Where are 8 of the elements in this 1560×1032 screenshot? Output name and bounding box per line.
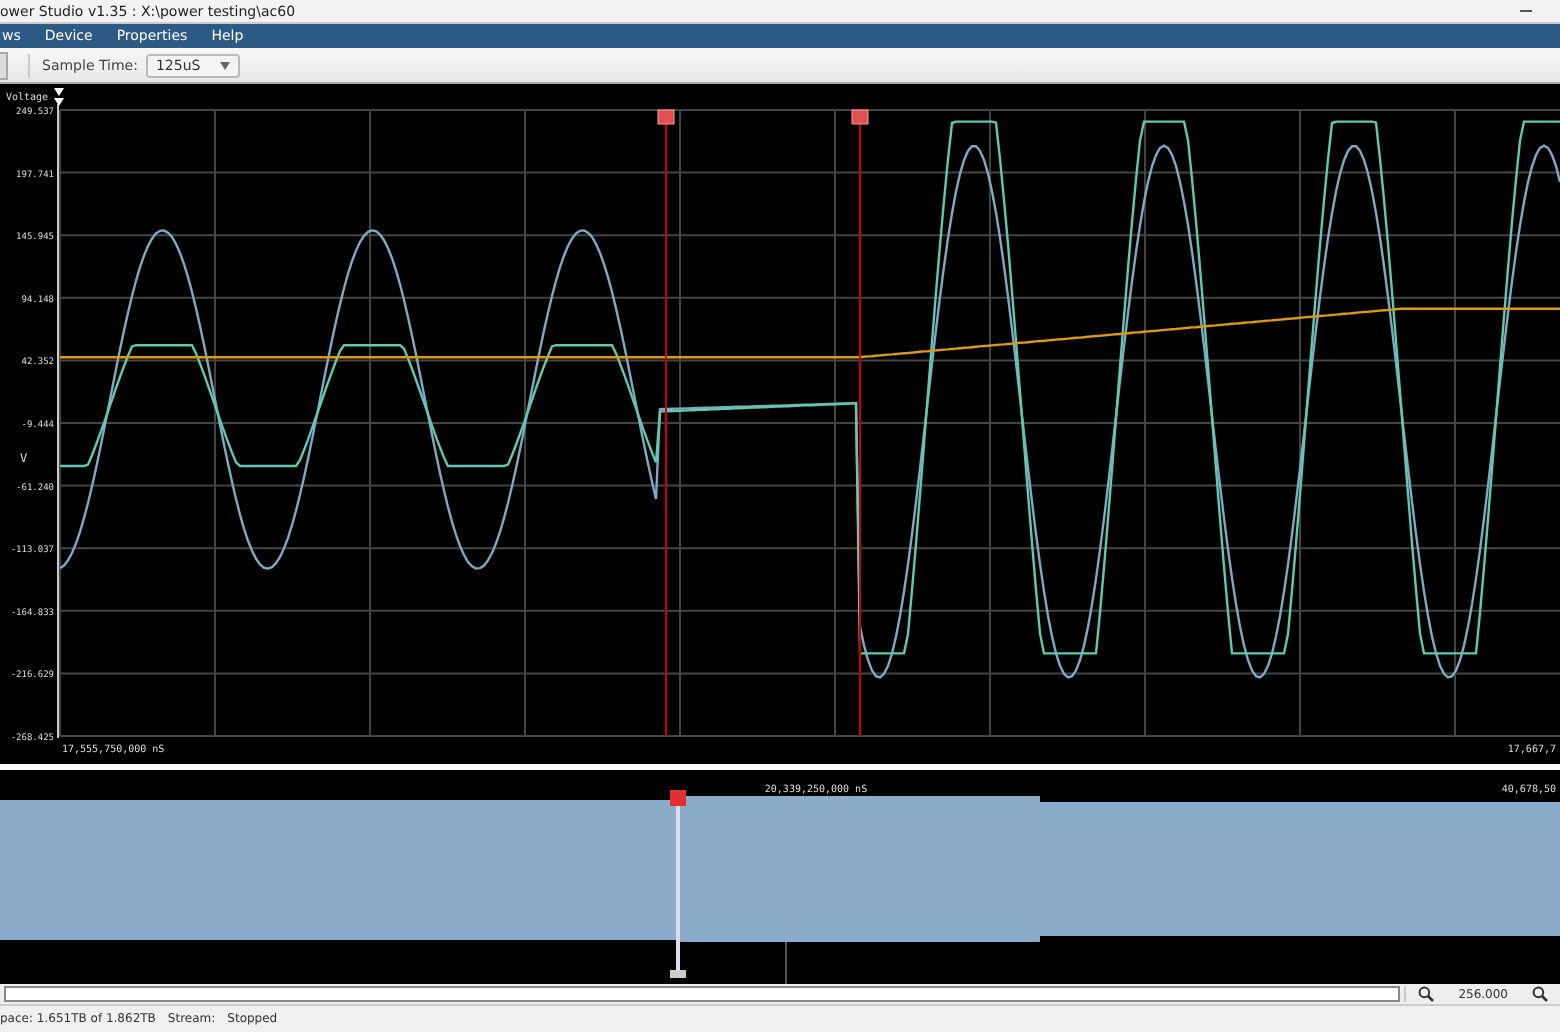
caret-icon (220, 61, 231, 69)
marker-icon[interactable] (54, 88, 64, 106)
cursor-line[interactable] (657, 109, 675, 737)
position-handle[interactable] (670, 790, 686, 978)
horizontal-scrollbar[interactable] (4, 986, 1401, 1002)
zoom-icon[interactable] (1418, 986, 1435, 1002)
cursor-line[interactable] (851, 109, 869, 737)
zoom-icon[interactable] (1532, 986, 1548, 1002)
